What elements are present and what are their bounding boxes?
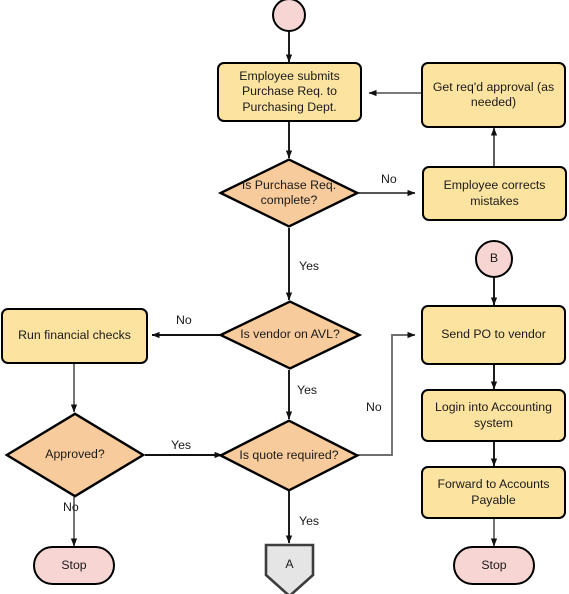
node-employee-corrects[interactable]: Employee corrects mistakes: [422, 166, 567, 221]
node-get-approval-label: Get req'd approval (as needed): [432, 79, 555, 110]
edge-label-quote-yes: Yes: [299, 514, 320, 528]
edge-label-vendor-avl-yes: Yes: [297, 383, 318, 397]
node-stop-right-label: Stop: [481, 557, 507, 572]
offpage-connector-a-label: A: [285, 556, 294, 571]
edge-label-quote-no: No: [366, 400, 382, 414]
edge-label-approved-yes: Yes: [171, 438, 192, 452]
node-is-quote-required-label: Is quote required?: [239, 447, 339, 462]
offpage-connector-b-label: B: [489, 251, 499, 266]
offpage-connector-b[interactable]: B: [475, 240, 513, 278]
node-get-approval[interactable]: Get req'd approval (as needed): [421, 62, 566, 128]
node-employee-corrects-label: Employee corrects mistakes: [443, 178, 546, 208]
node-stop-left[interactable]: Stop: [33, 546, 115, 585]
node-login-accounting-label: Login into Accounting system: [435, 400, 552, 430]
edge-label-pr-complete-yes: Yes: [299, 259, 320, 273]
node-is-quote-required[interactable]: Is quote required?: [218, 419, 360, 492]
node-is-pr-complete-label: Is Purchase Req. complete?: [241, 177, 337, 208]
node-approved[interactable]: Approved?: [4, 412, 146, 498]
node-forward-ap[interactable]: Forward to Accounts Payable: [421, 466, 566, 519]
node-stop-right[interactable]: Stop: [453, 546, 535, 585]
flowchart-canvas: Employee submits Purchase Req. to Purcha…: [0, 0, 569, 594]
node-is-vendor-on-avl-label: Is vendor on AVL?: [240, 327, 340, 342]
edge-label-pr-complete-no: No: [381, 172, 397, 186]
node-is-pr-complete[interactable]: Is Purchase Req. complete?: [217, 158, 361, 228]
edge-label-vendor-avl-no: No: [176, 313, 192, 327]
node-is-vendor-on-avl[interactable]: Is vendor on AVL?: [217, 300, 363, 370]
edge-quote-no-to-sendpo: [357, 331, 416, 456]
offpage-connector-a[interactable]: A: [264, 543, 315, 594]
edge-label-approved-no: No: [63, 500, 79, 514]
node-run-financial-checks-label: Run financial checks: [18, 328, 131, 343]
node-forward-ap-label: Forward to Accounts Payable: [437, 477, 550, 507]
node-login-accounting[interactable]: Login into Accounting system: [421, 389, 566, 442]
node-employee-submits[interactable]: Employee submits Purchase Req. to Purcha…: [217, 62, 362, 122]
node-send-po[interactable]: Send PO to vendor: [421, 305, 566, 365]
node-stop-left-label: Stop: [61, 557, 87, 572]
node-send-po-label: Send PO to vendor: [441, 327, 546, 342]
node-employee-submits-label: Employee submits Purchase Req. to Purcha…: [239, 68, 340, 114]
node-approved-label: Approved?: [45, 447, 105, 462]
node-run-financial-checks[interactable]: Run financial checks: [1, 308, 148, 364]
